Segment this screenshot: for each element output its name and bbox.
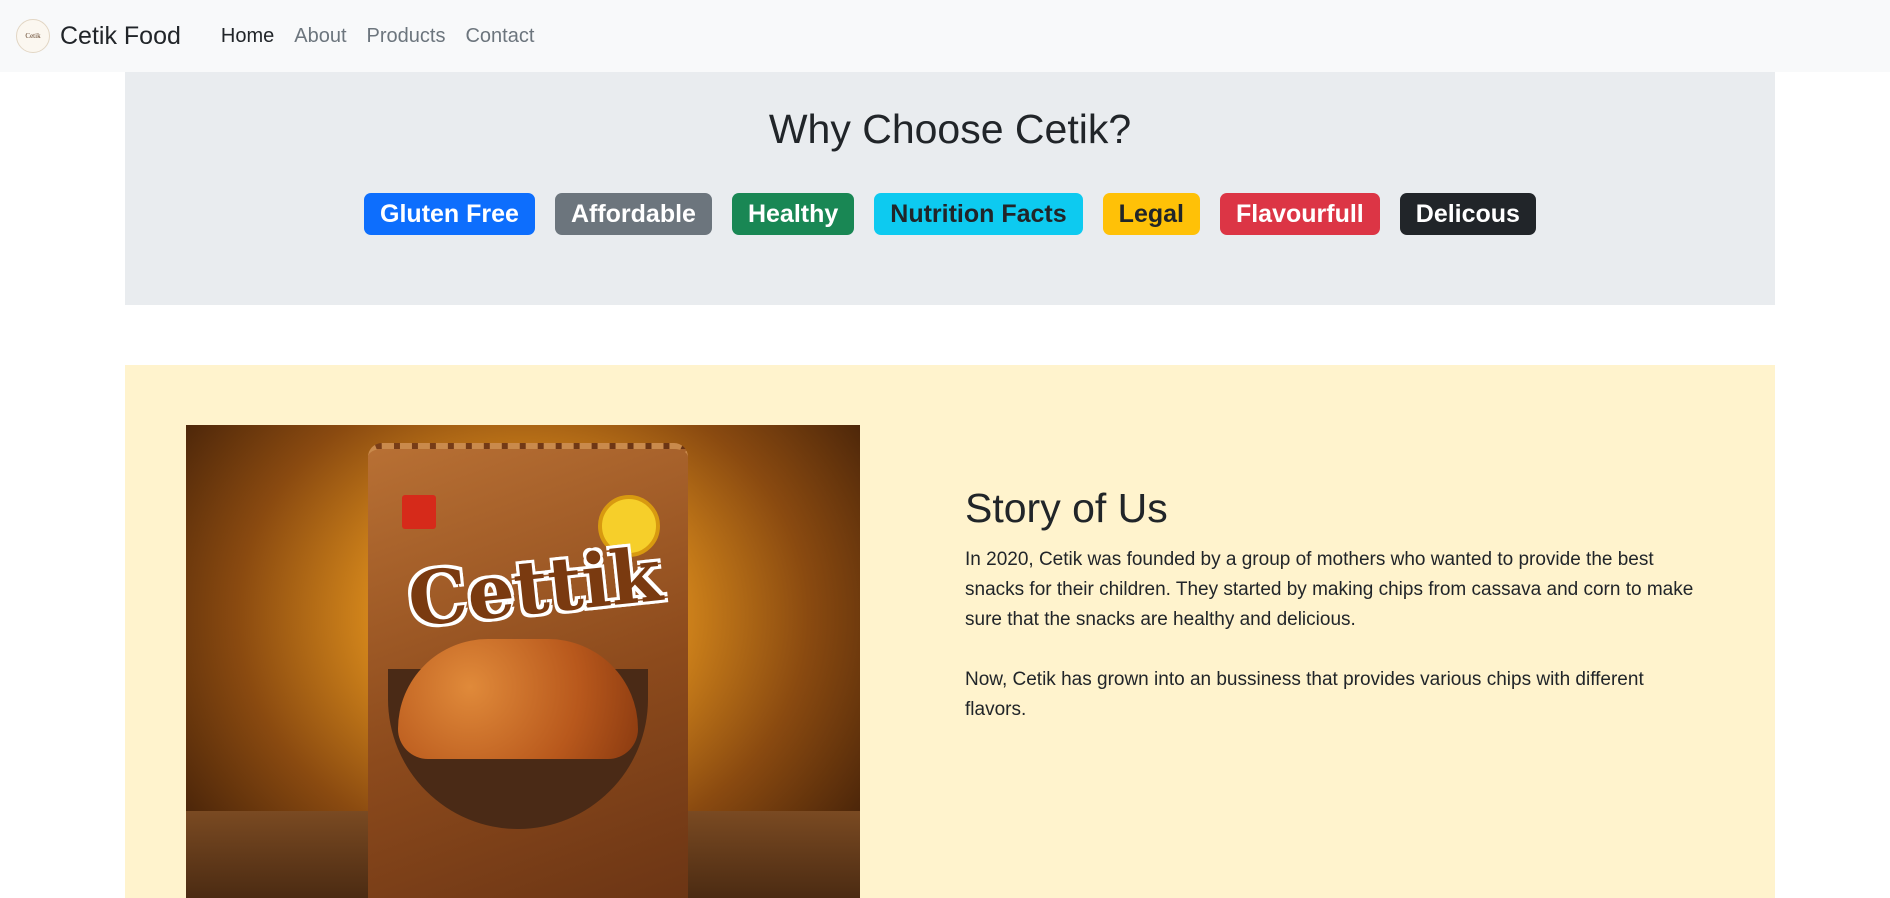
brand-logo-text: Cetik: [25, 32, 41, 40]
badge-gluten-free: Gluten Free: [364, 193, 535, 235]
bag-tag: [402, 495, 436, 529]
nav-link-products[interactable]: Products: [357, 25, 456, 48]
why-title: Why Choose Cetik?: [768, 106, 1132, 152]
badge-nutrition-facts: Nutrition Facts: [874, 193, 1083, 235]
brand-link[interactable]: Cetik Cetik Food: [16, 19, 181, 53]
nav-link-contact[interactable]: Contact: [455, 25, 544, 48]
story-section: Cettik Story of Us In 2020, Cetik was fo…: [125, 365, 1775, 898]
brand-name: Cetik Food: [60, 21, 181, 50]
story-title: Story of Us: [965, 485, 1168, 531]
navbar: Cetik Cetik Food Home About Products Con…: [0, 0, 1890, 72]
badge-legal: Legal: [1102, 193, 1200, 235]
nav-link-about[interactable]: About: [284, 25, 356, 48]
chips-bag: Cettik: [368, 443, 688, 898]
bag-logo: Cettik: [404, 531, 666, 645]
story-paragraph-1: In 2020, Cetik was founded by a group of…: [965, 549, 1694, 630]
story-paragraph-2: Now, Cetik has grown into an bussiness t…: [965, 669, 1644, 720]
nav-links: Home About Products Contact: [211, 25, 545, 48]
why-section: Why Choose Cetik? Gluten Free Affordable…: [125, 72, 1775, 305]
brand-logo: Cetik: [16, 19, 50, 53]
badge-delicous: Delicous: [1399, 193, 1536, 235]
bag-snacks: [398, 639, 638, 759]
badge-affordable: Affordable: [554, 193, 712, 235]
badge-flavourfull: Flavourfull: [1219, 193, 1380, 235]
product-image: Cettik: [186, 425, 860, 898]
badge-healthy: Healthy: [731, 193, 855, 235]
feature-badges: Gluten Free Affordable Healthy Nutrition…: [125, 193, 1775, 235]
nav-link-home[interactable]: Home: [211, 25, 284, 48]
